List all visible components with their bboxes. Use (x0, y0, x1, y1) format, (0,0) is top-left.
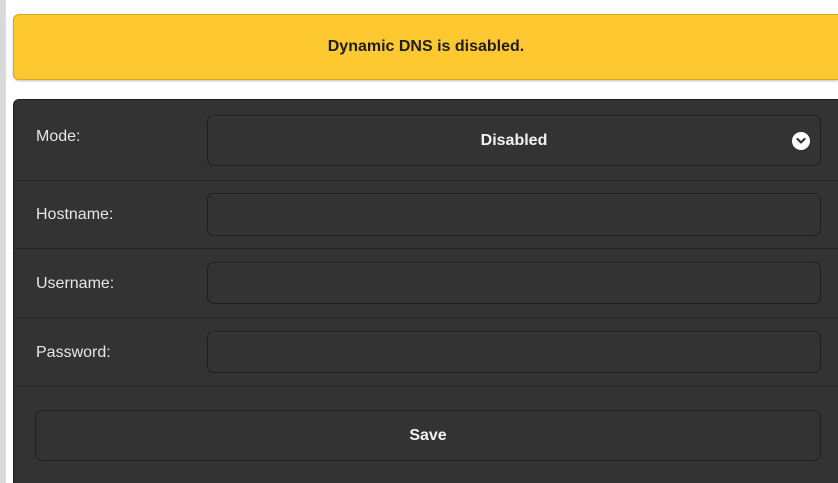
save-button[interactable]: Save (35, 410, 821, 461)
password-label: Password: (36, 344, 111, 361)
status-banner: Dynamic DNS is disabled. (13, 14, 838, 80)
username-input[interactable] (207, 262, 821, 304)
mode-label: Mode: (36, 128, 81, 145)
save-button-label: Save (409, 426, 447, 444)
left-edge-strip (0, 0, 6, 483)
chevron-down-icon (792, 131, 810, 150)
hostname-label: Hostname: (36, 206, 114, 223)
password-input[interactable] (207, 331, 821, 373)
hostname-row: Hostname: (14, 181, 838, 249)
ddns-form-panel: Mode: Disabled Hostname: Username: Passw… (13, 99, 838, 483)
password-row: Password: (14, 318, 838, 387)
ddns-settings-page: Dynamic DNS is disabled. Mode: Disabled … (0, 0, 838, 483)
username-row: Username: (14, 249, 838, 318)
mode-row: Mode: Disabled (14, 100, 838, 181)
mode-select-value: Disabled (480, 131, 548, 149)
hostname-input[interactable] (207, 193, 821, 236)
username-label: Username: (36, 275, 115, 292)
mode-select[interactable]: Disabled (207, 115, 821, 166)
status-banner-text: Dynamic DNS is disabled. (327, 38, 525, 55)
